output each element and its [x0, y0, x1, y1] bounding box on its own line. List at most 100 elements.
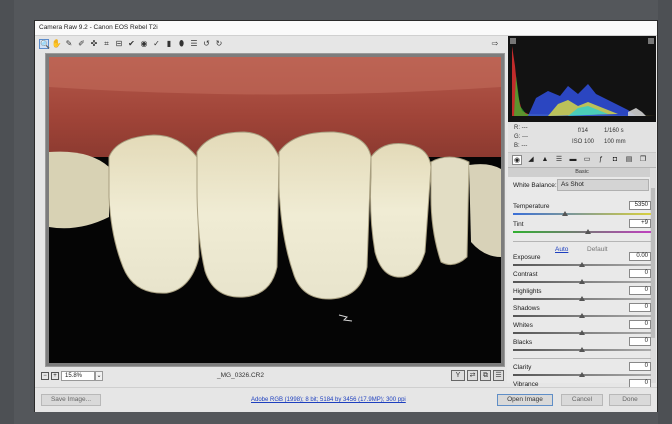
background-strip-right	[658, 0, 672, 424]
contrast-value-field[interactable]: 0	[629, 269, 651, 278]
camera-calibration-icon[interactable]: ◘	[610, 155, 620, 165]
graduated-filter-icon[interactable]: ▮	[164, 39, 174, 49]
temperature-label: Temperature	[513, 203, 550, 210]
straighten-icon[interactable]: ⊟	[114, 39, 124, 49]
image-preview[interactable]	[45, 53, 505, 367]
whites-label: Whites	[513, 322, 533, 329]
footer-bar: Save Image... Adobe RGB (1998); 8 bit; 5…	[35, 387, 657, 412]
clarity-label: Clarity	[513, 364, 532, 371]
file-name: _MG_0326.CR2	[217, 372, 264, 379]
temperature-slider-thumb[interactable]	[562, 211, 569, 216]
adjustment-brush-icon[interactable]: ✓	[152, 39, 162, 49]
blacks-slider-thumb[interactable]	[579, 347, 585, 352]
aperture-readout: f/14	[578, 128, 589, 134]
highlights-slider-thumb[interactable]	[579, 296, 585, 301]
open-image-button[interactable]: Open Image	[497, 394, 553, 406]
white-balance-label: White Balance:	[513, 182, 557, 189]
photo-canvas[interactable]	[49, 57, 501, 363]
zoom-out-button[interactable]: −	[41, 372, 49, 380]
temperature-value-field[interactable]: 5350	[629, 201, 651, 210]
snapshots-icon[interactable]: ❐	[638, 155, 648, 165]
white-balance-select[interactable]: As Shot	[557, 179, 649, 191]
contrast-label: Contrast	[513, 271, 538, 278]
hsl-icon[interactable]: ☰	[554, 155, 564, 165]
rotate-cw-icon[interactable]: ↻	[214, 39, 224, 49]
zoom-dropdown-chevron-down-icon[interactable]: ⌄	[95, 371, 103, 381]
contrast-slider-thumb[interactable]	[579, 279, 585, 284]
red-eye-icon[interactable]: ◉	[139, 39, 149, 49]
highlights-value-field[interactable]: 0	[629, 286, 651, 295]
title-bar: Camera Raw 9.2 - Canon EOS Rebel T2i	[35, 21, 657, 36]
clarity-value-field[interactable]: 0	[629, 362, 651, 371]
view-swap-icon[interactable]: ⇄	[467, 370, 478, 381]
zoom-in-button[interactable]: +	[51, 372, 59, 380]
split-toning-icon[interactable]: ▬	[568, 155, 578, 165]
default-link[interactable]: Default	[587, 246, 608, 253]
panel-tabs: ◉ ◢ ▲ ☰ ▬ ▭ ƒ ◘ ▤ ❐	[508, 153, 656, 168]
targeted-adjustment-icon[interactable]: ✜	[89, 39, 99, 49]
auto-link[interactable]: Auto	[555, 246, 568, 253]
blacks-slider-row: Blacks 0	[513, 337, 651, 357]
presence-divider	[513, 358, 651, 359]
focal-length-readout: 100 mm	[604, 139, 626, 145]
whites-value-field[interactable]: 0	[629, 320, 651, 329]
whites-slider-thumb[interactable]	[579, 330, 585, 335]
basic-section-header: Basic	[508, 168, 656, 177]
rotate-ccw-icon[interactable]: ↺	[202, 39, 212, 49]
view-settings-icon[interactable]: ☰	[493, 370, 504, 381]
spot-removal-icon[interactable]: ✔	[127, 39, 137, 49]
shadows-slider-thumb[interactable]	[579, 313, 585, 318]
iso-readout: ISO 100	[572, 139, 595, 145]
done-button[interactable]: Done	[609, 394, 651, 406]
view-copy-icon[interactable]: ⧉	[480, 370, 491, 381]
exposure-value-field[interactable]: 0.00	[629, 252, 651, 261]
zoom-icon[interactable]: 🔍	[39, 39, 50, 49]
radial-filter-icon[interactable]: ⬮	[177, 39, 187, 49]
tint-value-field[interactable]: +9	[629, 219, 651, 228]
tint-slider-thumb[interactable]	[584, 229, 591, 234]
crop-icon[interactable]: ⌗	[102, 39, 112, 49]
camera-raw-window: Camera Raw 9.2 - Canon EOS Rebel T2i 🔍 ✋ ✎…	[34, 20, 658, 412]
preview-bottom-bar: − + 15.8% ⌄ _MG_0326.CR2 Y ⇄ ⧉ ☰	[35, 369, 507, 383]
exposure-slider-thumb[interactable]	[579, 262, 585, 267]
detail-icon[interactable]: ▲	[540, 155, 550, 165]
clarity-slider-thumb[interactable]	[579, 372, 585, 377]
highlights-label: Highlights	[513, 288, 542, 295]
tint-label: Tint	[513, 221, 524, 228]
tint-slider-track[interactable]	[513, 231, 651, 233]
tool-bar: 🔍 ✋ ✎ ✐ ✜ ⌗ ⊟ ✔ ◉ ✓ ▮ ⬮ ☰ ↺ ↻	[35, 36, 505, 52]
tone-curve-icon[interactable]: ◢	[526, 155, 536, 165]
tone-divider	[513, 241, 651, 242]
blacks-value-field[interactable]: 0	[629, 337, 651, 346]
teeth-photo	[49, 57, 501, 363]
right-panel: R: --- G: --- B: --- f/14 1/160 s ISO 10…	[507, 36, 657, 394]
effects-icon[interactable]: ƒ	[596, 155, 606, 165]
workflow-options-link[interactable]: Adobe RGB (1998); 8 bit; 5184 by 3456 (1…	[251, 397, 406, 403]
save-image-button[interactable]: Save Image...	[41, 394, 101, 406]
histogram	[508, 36, 656, 122]
shadows-value-field[interactable]: 0	[629, 303, 651, 312]
lens-corrections-icon[interactable]: ▭	[582, 155, 592, 165]
presets-icon[interactable]: ▤	[624, 155, 634, 165]
export-icon[interactable]: ⇨	[489, 39, 501, 49]
shadows-label: Shadows	[513, 305, 540, 312]
tint-slider-row: Tint +9	[513, 219, 651, 239]
panel-scrollbar-thumb[interactable]	[651, 188, 655, 338]
blue-readout: B: ---	[514, 143, 528, 149]
background-strip-left	[0, 0, 14, 424]
preferences-icon[interactable]: ☰	[189, 39, 199, 49]
hand-icon[interactable]: ✋	[52, 39, 62, 49]
green-readout: G: ---	[514, 134, 528, 140]
window-title: Camera Raw 9.2 - Canon EOS Rebel T2i	[39, 24, 158, 31]
shadow-clipping-warning-icon[interactable]	[510, 38, 516, 44]
color-sampler-icon[interactable]: ✐	[77, 39, 87, 49]
white-balance-icon[interactable]: ✎	[64, 39, 74, 49]
highlight-clipping-warning-icon[interactable]	[648, 38, 654, 44]
before-after-toggle-icon[interactable]: Y	[451, 370, 465, 381]
temperature-slider-track[interactable]	[513, 213, 651, 215]
zoom-level-field[interactable]: 15.8%	[61, 371, 95, 381]
cancel-button[interactable]: Cancel	[561, 394, 603, 406]
info-readout: R: --- G: --- B: --- f/14 1/160 s ISO 10…	[508, 122, 656, 153]
basic-icon[interactable]: ◉	[512, 155, 522, 165]
red-readout: R: ---	[514, 125, 528, 131]
